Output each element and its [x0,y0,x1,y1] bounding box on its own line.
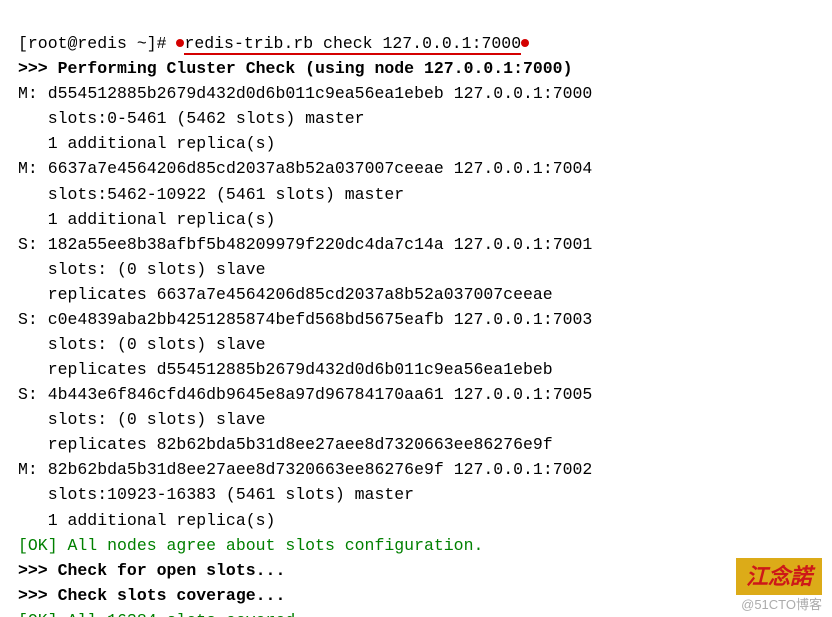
node-line: M: 6637a7e4564206d85cd2037a8b52a037007ce… [18,159,592,178]
node-replica: 1 additional replica(s) [18,511,275,530]
node-replica: replicates 6637a7e4564206d85cd2037a8b52a… [18,285,553,304]
check-open-slots: >>> Check for open slots... [18,561,285,580]
node-line: M: d554512885b2679d432d0d6b011c9ea56ea1e… [18,84,592,103]
watermark-badge: 江念諾 [736,558,822,595]
ok-line: [OK] All nodes agree about slots configu… [18,536,483,555]
watermark-text: @51CTO博客 [741,595,822,615]
cluster-check-header: >>> Performing Cluster Check (using node… [18,59,573,78]
node-replica: 1 additional replica(s) [18,210,275,229]
node-replica: replicates 82b62bda5b31d8ee27aee8d732066… [18,435,553,454]
shell-prompt: [root@redis ~]# [18,34,176,53]
node-line: S: c0e4839aba2bb4251285874befd568bd5675e… [18,310,592,329]
node-slots: slots:0-5461 (5462 slots) master [18,109,365,128]
node-slots: slots: (0 slots) slave [18,260,266,279]
ok-line: [OK] All 16384 slots covered. [18,611,305,617]
node-slots: slots:5462-10922 (5461 slots) master [18,185,404,204]
node-slots: slots:10923-16383 (5461 slots) master [18,485,414,504]
node-replica: 1 additional replica(s) [18,134,275,153]
node-line: M: 82b62bda5b31d8ee27aee8d7320663ee86276… [18,460,592,479]
node-replica: replicates d554512885b2679d432d0d6b011c9… [18,360,553,379]
entered-command: redis-trib.rb check 127.0.0.1:7000 [184,34,521,55]
terminal-output: [root@redis ~]# redis-trib.rb check 127.… [0,0,832,617]
underline-end-dot [521,39,529,47]
node-line: S: 4b443e6f846cfd46db9645e8a97d96784170a… [18,385,592,404]
node-line: S: 182a55ee8b38afbf5b48209979f220dc4da7c… [18,235,592,254]
node-slots: slots: (0 slots) slave [18,335,266,354]
node-slots: slots: (0 slots) slave [18,410,266,429]
check-slots-coverage: >>> Check slots coverage... [18,586,285,605]
